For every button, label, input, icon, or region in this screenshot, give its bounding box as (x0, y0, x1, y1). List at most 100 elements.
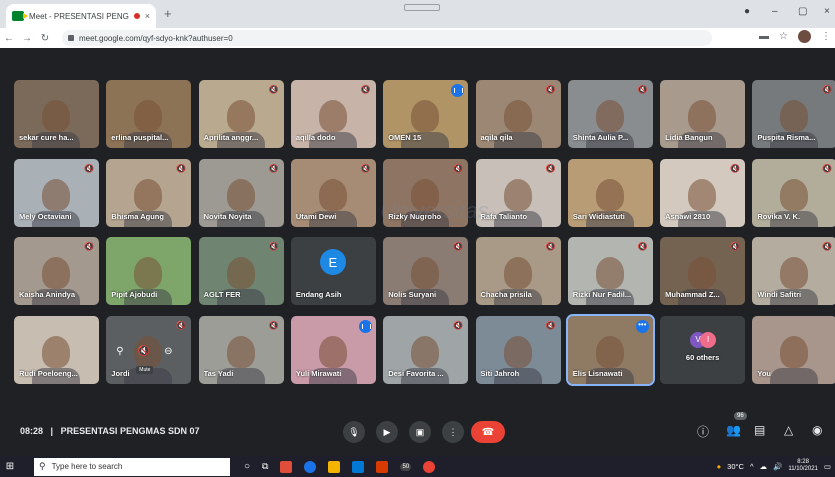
mic-off-icon: 🔇 (453, 320, 464, 330)
participant-tile[interactable]: 🔇 Nolis Suryani (383, 237, 469, 305)
participant-tile[interactable]: 🔇 Rovika V. K. (752, 158, 835, 227)
back-arrow-icon[interactable]: ← (0, 33, 18, 44)
participant-tile[interactable]: Yuli Mirawati (290, 315, 376, 384)
participant-tile[interactable]: 🔇 Puspita Risma... (752, 80, 835, 148)
participant-tile[interactable]: erlina puspital... (106, 80, 192, 148)
bookmark-star-icon[interactable]: ☆ (779, 31, 788, 42)
participant-tile[interactable]: 🔇 Aprilita anggr... (198, 80, 284, 148)
mic-off-icon: 🔇 (84, 163, 94, 173)
search-icon: ⚲ (39, 461, 46, 471)
office-icon[interactable] (376, 460, 389, 473)
recording-indicator-icon (133, 13, 140, 19)
people-icon[interactable]: 👥 (726, 423, 741, 437)
present-button[interactable]: ▣ (409, 421, 431, 443)
participant-tile[interactable]: 🔇 Kaisha Anindya (14, 237, 99, 305)
notification-center-icon[interactable]: ▭ (824, 462, 831, 471)
participant-tile[interactable]: Lidia Bangun (660, 80, 746, 148)
windows-start-icon[interactable]: ⊞ (0, 461, 20, 472)
browser-tab-meet[interactable]: Meet - PRESENTASI PENGM... × (6, 4, 156, 28)
meeting-separator: | (50, 426, 54, 436)
participant-tile[interactable]: 🔇 Rizki Nur Fadil... (567, 237, 653, 305)
leave-call-button[interactable]: ☎ (471, 421, 505, 443)
participant-avatar: E (319, 249, 346, 275)
volume-icon[interactable]: 🔊 (773, 462, 782, 471)
search-placeholder: Type here to search (51, 462, 123, 471)
chrome-icon[interactable] (423, 460, 436, 473)
participant-tile[interactable]: You (752, 315, 835, 384)
participant-tile[interactable]: sekar cure ha... (14, 80, 99, 148)
participant-tile[interactable]: 🔇 Asnawi 2810 (660, 158, 746, 227)
lock-icon (68, 35, 74, 41)
meeting-info-icon[interactable]: ⓘ (697, 423, 709, 440)
participant-tile[interactable]: E Endang Asih (290, 237, 376, 305)
screen-share-handle[interactable] (404, 4, 440, 11)
participant-tile[interactable]: 🔇 AGLT FER (198, 237, 284, 305)
mic-off-icon: 🔇 (268, 85, 279, 94)
participant-tile[interactable]: 🔇 Siti Jahroh (475, 315, 561, 384)
network-icon[interactable]: ☁ (759, 462, 767, 471)
camera-button[interactable]: ▶ (376, 421, 398, 443)
new-tab-button[interactable]: + (164, 6, 172, 21)
close-window-icon[interactable]: × (824, 6, 830, 17)
task-view-icon[interactable]: ⧉ (262, 461, 268, 472)
participant-tile[interactable]: Pipit Ajobudi (106, 237, 192, 305)
participant-tile[interactable]: 🔇 Bhisma Agung (106, 158, 192, 227)
participant-tile[interactable]: OMEN 15 (383, 80, 469, 148)
participant-tile[interactable]: 🔇 Chacha prisila (475, 237, 561, 305)
maximize-icon[interactable]: ▢ (798, 6, 807, 17)
participant-tile[interactable]: 🔇 aqila qila (475, 80, 561, 148)
video-feed (226, 335, 255, 368)
participant-tile[interactable]: Rudi Poeloeng... (14, 315, 99, 384)
host-controls-icon[interactable]: ◉ (812, 423, 822, 437)
address-bar[interactable]: meet.google.com/qyf-sdyo-knk?authuser=0 (62, 30, 712, 46)
mail-icon[interactable] (352, 460, 365, 473)
file-explorer-icon[interactable] (328, 460, 341, 473)
activities-icon[interactable]: △ (784, 423, 793, 437)
participant-tile[interactable]: 🔇 Desi Favorita ... (383, 315, 469, 384)
close-tab-icon[interactable]: × (145, 11, 150, 21)
participant-tile[interactable]: ••• Elis Lisnawati (565, 313, 655, 386)
profile-dot-icon[interactable]: ● (744, 6, 750, 17)
meet-favicon-icon (12, 11, 28, 21)
participant-tile[interactable]: 🔇 Mely Octaviani (14, 158, 99, 227)
system-clock[interactable]: 8:28 11/10/2021 (788, 459, 818, 473)
participant-tile[interactable]: 🔇 Utami Dewi (290, 158, 376, 227)
tab-title: Meet - PRESENTASI PENGM... (29, 11, 129, 21)
profile-avatar[interactable] (798, 30, 811, 43)
participant-tile[interactable]: V I 60 others (660, 315, 746, 384)
video-feed (318, 335, 347, 368)
tile-options-icon[interactable]: ••• (635, 319, 649, 333)
video-feed (226, 257, 255, 289)
camera-in-use-icon[interactable]: ▬ (759, 31, 769, 42)
edge-icon[interactable] (304, 460, 317, 473)
participant-tile[interactable]: 🔇 ⚲ 🔇 ⊖ Mute Jordi (106, 315, 192, 384)
participant-name: sekar cure ha... (19, 133, 74, 142)
participant-tile[interactable]: 🔇 Novita Noyita (198, 158, 284, 227)
chat-icon[interactable]: ▤ (754, 423, 765, 437)
app-icon[interactable] (280, 460, 293, 473)
menu-kebab-icon[interactable]: ⋮ (821, 31, 831, 42)
tray-chevron-icon[interactable]: ^ (750, 462, 754, 471)
forward-arrow-icon[interactable]: → (18, 33, 36, 44)
cortana-icon[interactable]: ○ (244, 461, 250, 472)
remove-icon[interactable]: ⊖ (164, 346, 172, 357)
participant-name: Chacha prisila (480, 290, 532, 299)
participant-tile[interactable]: 🔇 Muhammad Z... (660, 237, 746, 305)
microphone-button[interactable]: 🎙 (343, 421, 365, 443)
participant-tile[interactable]: Sari Widiastuti (567, 158, 653, 227)
participant-tile[interactable]: 🔇 Shinta Aulia P... (567, 80, 653, 148)
pin-icon[interactable]: ⚲ (116, 346, 123, 357)
video-feed (318, 100, 347, 132)
participant-tile[interactable]: 🔇 Windi Safitri (752, 237, 835, 305)
more-options-button[interactable]: ⋮ (442, 421, 464, 443)
taskbar-search-box[interactable]: ⚲ Type here to search (34, 457, 230, 476)
participant-name: erlina puspital... (111, 133, 169, 142)
minimize-icon[interactable]: – (772, 6, 778, 17)
participant-tile[interactable]: 🔇 aqilla dodo (290, 80, 376, 148)
weather-icon[interactable]: ● (717, 462, 722, 471)
mic-off-icon: 🔇 (268, 242, 279, 251)
reload-icon[interactable]: ↻ (36, 33, 54, 44)
video-feed (595, 257, 624, 289)
participant-tile[interactable]: 🔇 Tas Yadi (198, 315, 284, 384)
mute-mic-icon[interactable]: 🔇 (138, 346, 150, 357)
